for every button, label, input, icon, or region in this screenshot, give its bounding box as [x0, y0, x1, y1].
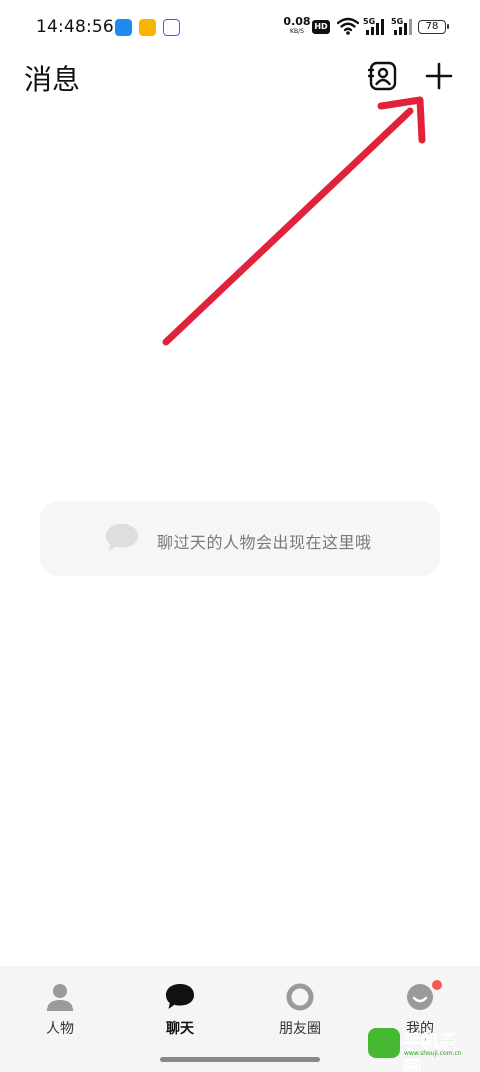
- mail-app-icon: [139, 19, 156, 36]
- wifi-icon: [337, 17, 359, 35]
- notification-badge: [432, 980, 442, 990]
- cloud-app-icon: [163, 19, 180, 36]
- chat-bubble-icon: [106, 524, 138, 551]
- watermark: 手机乐园 www.shouji.com.cn: [368, 1026, 472, 1072]
- nav-item-people[interactable]: 人物: [0, 966, 120, 1046]
- nav-label-moments: 朋友圈: [279, 1021, 321, 1037]
- profile-face-icon: [407, 984, 433, 1010]
- add-button[interactable]: [424, 60, 454, 92]
- page-title: 消息: [24, 63, 81, 96]
- battery-icon: 78: [418, 20, 449, 34]
- watermark-url: www.shouji.com.cn: [404, 1050, 462, 1057]
- watermark-gamepad-icon: [368, 1028, 400, 1058]
- nav-item-moments[interactable]: 朋友圈: [240, 966, 360, 1046]
- contacts-book-icon: [367, 61, 397, 91]
- contacts-button[interactable]: [367, 61, 398, 91]
- signal-5g-icon-2: 5G: [391, 17, 412, 35]
- network-speed-value: 0.08: [283, 15, 311, 28]
- moments-ring-icon: [286, 983, 314, 1011]
- plus-icon: [425, 62, 453, 90]
- person-icon: [47, 984, 73, 1011]
- chat-bubble-icon: [166, 984, 194, 1009]
- network-speed-unit: KB/S: [290, 28, 304, 35]
- nav-item-chat[interactable]: 聊天: [120, 966, 240, 1046]
- network-speed: 0.08 KB/S: [283, 15, 311, 36]
- signal-5g-icon: 5G: [363, 17, 384, 35]
- signal-1-label: 5G: [363, 17, 375, 26]
- signal-2-label: 5G: [391, 17, 403, 26]
- empty-state-card: 聊过天的人物会出现在这里哦: [40, 501, 440, 576]
- nav-label-people: 人物: [46, 1021, 74, 1037]
- empty-state-message: 聊过天的人物会出现在这里哦: [157, 533, 372, 552]
- location-app-icon: [115, 19, 132, 36]
- nav-label-chat: 聊天: [166, 1021, 194, 1037]
- status-time: 14:48:56: [36, 17, 114, 37]
- hd-icon: HD: [312, 20, 330, 34]
- status-bar: 14:48:56 0.08 KB/S HD 5G 5G 78: [0, 0, 480, 56]
- home-indicator[interactable]: [160, 1057, 320, 1062]
